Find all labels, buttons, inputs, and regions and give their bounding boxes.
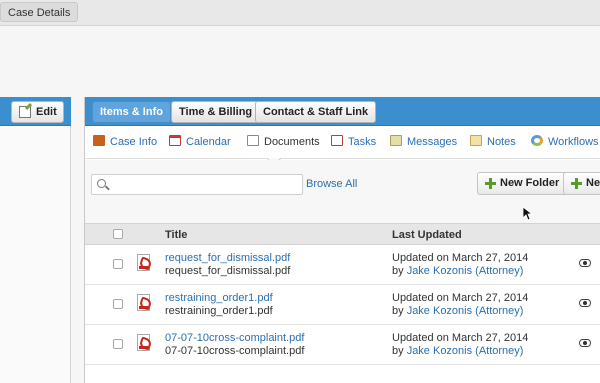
tab-messages[interactable]: Messages: [390, 135, 457, 151]
calendar-icon: [169, 135, 181, 146]
updated-by-link[interactable]: Jake Kozonis (Attorney): [407, 305, 524, 317]
top-tab-bar: Case Details: [0, 0, 600, 26]
plus-icon: [571, 178, 582, 189]
table-row: restraining_order1.pdf restraining_order…: [85, 285, 600, 325]
document-icon: [247, 135, 259, 146]
tab-workflows[interactable]: Workflows: [531, 135, 599, 151]
updated-by: by Jake Kozonis (Attorney): [392, 345, 524, 357]
search-box[interactable]: [91, 174, 303, 195]
eye-icon[interactable]: [579, 299, 591, 307]
new-document-label: Ne: [586, 177, 600, 189]
row-checkbox[interactable]: [113, 259, 123, 269]
tab-case-info[interactable]: Case Info: [93, 135, 157, 151]
messages-icon: [390, 135, 402, 146]
updated-on: Updated on March 27, 2014: [392, 292, 529, 304]
table-header: Title Last Updated: [85, 223, 600, 245]
table-row: request_for_dismissal.pdf request_for_di…: [85, 245, 600, 285]
row-checkbox[interactable]: [113, 299, 123, 309]
updated-by-link[interactable]: Jake Kozonis (Attorney): [407, 265, 524, 277]
new-folder-label: New Folder: [500, 177, 560, 189]
updated-on: Updated on March 27, 2014: [392, 332, 529, 344]
contact-staff-link-button[interactable]: Contact & Staff Link: [255, 101, 377, 123]
tab-notes[interactable]: Notes: [470, 135, 516, 151]
edit-button[interactable]: Edit: [11, 101, 64, 123]
column-last-updated[interactable]: Last Updated: [392, 229, 462, 241]
pdf-icon: [137, 254, 150, 271]
pdf-icon: [137, 334, 150, 351]
tab-case-details[interactable]: Case Details: [0, 2, 79, 22]
select-all-checkbox[interactable]: [113, 229, 123, 239]
mouse-cursor-icon: [523, 207, 533, 221]
file-name: request_for_dismissal.pdf: [165, 265, 291, 277]
updated-by: by Jake Kozonis (Attorney): [392, 305, 524, 317]
tab-calendar[interactable]: Calendar: [169, 135, 231, 151]
eye-icon[interactable]: [579, 259, 591, 267]
file-link[interactable]: restraining_order1.pdf: [165, 292, 273, 304]
tasks-icon: [331, 135, 343, 146]
time-billing-button[interactable]: Time & Billing: [171, 101, 261, 123]
pdf-icon: [137, 294, 150, 311]
briefcase-icon: [93, 135, 105, 146]
table-row: 07-07-10cross-complaint.pdf 07-07-10cros…: [85, 325, 600, 365]
main-panel: Items & Info Time & Billing Contact & St…: [84, 97, 600, 383]
file-name: 07-07-10cross-complaint.pdf: [165, 345, 305, 357]
eye-icon[interactable]: [579, 339, 591, 347]
plus-icon: [485, 178, 496, 189]
updated-by-link[interactable]: Jake Kozonis (Attorney): [407, 345, 524, 357]
row-checkbox[interactable]: [113, 339, 123, 349]
column-title[interactable]: Title: [165, 229, 187, 241]
new-document-button[interactable]: Ne: [563, 172, 600, 195]
search-icon: [97, 179, 106, 188]
edit-button-label: Edit: [36, 106, 57, 118]
updated-by: by Jake Kozonis (Attorney): [392, 265, 524, 277]
file-link[interactable]: request_for_dismissal.pdf: [165, 252, 290, 264]
updated-on: Updated on March 27, 2014: [392, 252, 529, 264]
workflows-icon: [531, 135, 543, 146]
main-panel-header: Items & Info Time & Billing Contact & St…: [85, 97, 600, 126]
notes-icon: [470, 135, 482, 146]
search-input[interactable]: [112, 177, 297, 192]
edit-icon: [19, 106, 31, 118]
items-info-button[interactable]: Items & Info: [92, 101, 171, 123]
subnav: Case Info Calendar Documents Tasks Messa…: [85, 127, 600, 159]
browse-all-link[interactable]: Browse All: [306, 178, 357, 190]
left-panel-body: [0, 126, 71, 383]
file-name: restraining_order1.pdf: [165, 305, 273, 317]
tab-tasks[interactable]: Tasks: [331, 135, 376, 151]
file-link[interactable]: 07-07-10cross-complaint.pdf: [165, 332, 304, 344]
new-folder-button[interactable]: New Folder: [477, 172, 569, 195]
tab-documents[interactable]: Documents: [247, 135, 320, 151]
